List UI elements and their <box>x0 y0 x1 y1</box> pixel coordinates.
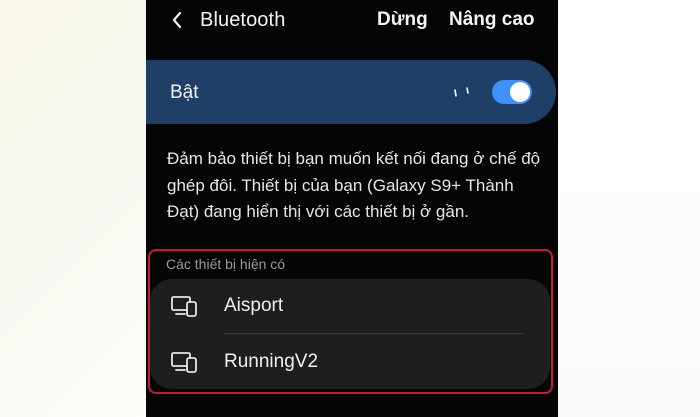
bluetooth-state-label: Bật <box>170 82 199 103</box>
right-background <box>558 0 700 417</box>
pairing-description: Đảm bảo thiết bị bạn muốn kết nối đang ở… <box>167 149 541 221</box>
left-background <box>0 0 146 417</box>
devices-icon <box>171 352 197 373</box>
switch-knob <box>510 82 530 102</box>
back-button[interactable] <box>168 8 186 32</box>
bluetooth-switch[interactable] <box>492 80 532 104</box>
devices-icon <box>171 296 197 317</box>
available-devices-list: Aisport RunningV2 <box>150 279 550 389</box>
device-item-runningv2[interactable]: RunningV2 <box>150 335 550 389</box>
list-divider <box>224 333 524 334</box>
stop-scan-button[interactable]: Dừng <box>377 9 428 31</box>
page-title: Bluetooth <box>200 9 286 31</box>
scanning-spinner-icon <box>454 87 469 97</box>
advanced-button[interactable]: Nâng cao <box>449 9 535 31</box>
chevron-left-icon <box>172 11 182 29</box>
device-name: RunningV2 <box>224 351 319 372</box>
device-item-aisport[interactable]: Aisport <box>150 279 550 333</box>
bluetooth-toggle-card[interactable]: Bật <box>146 60 556 124</box>
phone-screen: Bluetooth Dừng Nâng cao Bật Đảm bảo thiế… <box>146 0 558 417</box>
available-devices-heading: Các thiết bị hiện có <box>166 256 286 272</box>
app-header: Bluetooth Dừng Nâng cao <box>146 0 558 42</box>
device-name: Aisport <box>224 295 284 316</box>
